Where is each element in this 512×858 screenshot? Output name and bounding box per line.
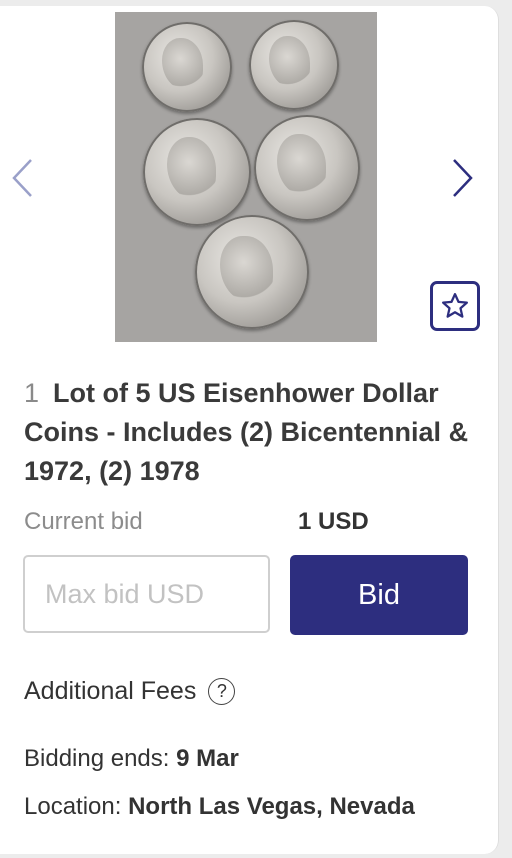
lot-number: 1: [24, 378, 40, 408]
next-photo-button[interactable]: [447, 156, 479, 200]
bidding-ends: Bidding ends: 9 Mar: [24, 745, 239, 773]
current-bid-label: Current bid: [24, 508, 143, 535]
star-icon: [442, 293, 468, 318]
coin-image: [195, 215, 309, 329]
coin-image: [143, 118, 251, 226]
chevron-right-icon: [453, 159, 473, 197]
additional-fees[interactable]: Additional Fees ?: [24, 677, 236, 706]
location-label: Location:: [24, 793, 122, 820]
watch-button[interactable]: [430, 281, 480, 331]
lot-card: 1 Lot of 5 US Eisenhower Dollar Coins - I…: [0, 6, 499, 854]
current-bid-value: 1 USD: [298, 508, 369, 535]
chevron-left-icon: [12, 159, 32, 197]
coin-image: [142, 22, 232, 112]
bidding-ends-label: Bidding ends:: [24, 745, 170, 772]
lot-title[interactable]: 1 Lot of 5 US Eisenhower Dollar Coins - I…: [24, 374, 474, 491]
bid-button[interactable]: Bid: [290, 555, 468, 635]
location: Location: North Las Vegas, Nevada: [24, 793, 415, 821]
question-circle-icon[interactable]: ?: [208, 678, 236, 705]
max-bid-input[interactable]: [23, 555, 270, 633]
location-value: North Las Vegas, Nevada: [128, 793, 415, 820]
additional-fees-label[interactable]: Additional Fees: [24, 677, 196, 706]
previous-photo-button[interactable]: [6, 156, 38, 200]
coin-image: [254, 115, 360, 221]
bidding-ends-value: 9 Mar: [176, 745, 239, 772]
lot-title-text[interactable]: Lot of 5 US Eisenhower Dollar Coins - In…: [24, 378, 468, 486]
coin-image: [249, 20, 339, 110]
lot-photo[interactable]: [115, 12, 377, 342]
